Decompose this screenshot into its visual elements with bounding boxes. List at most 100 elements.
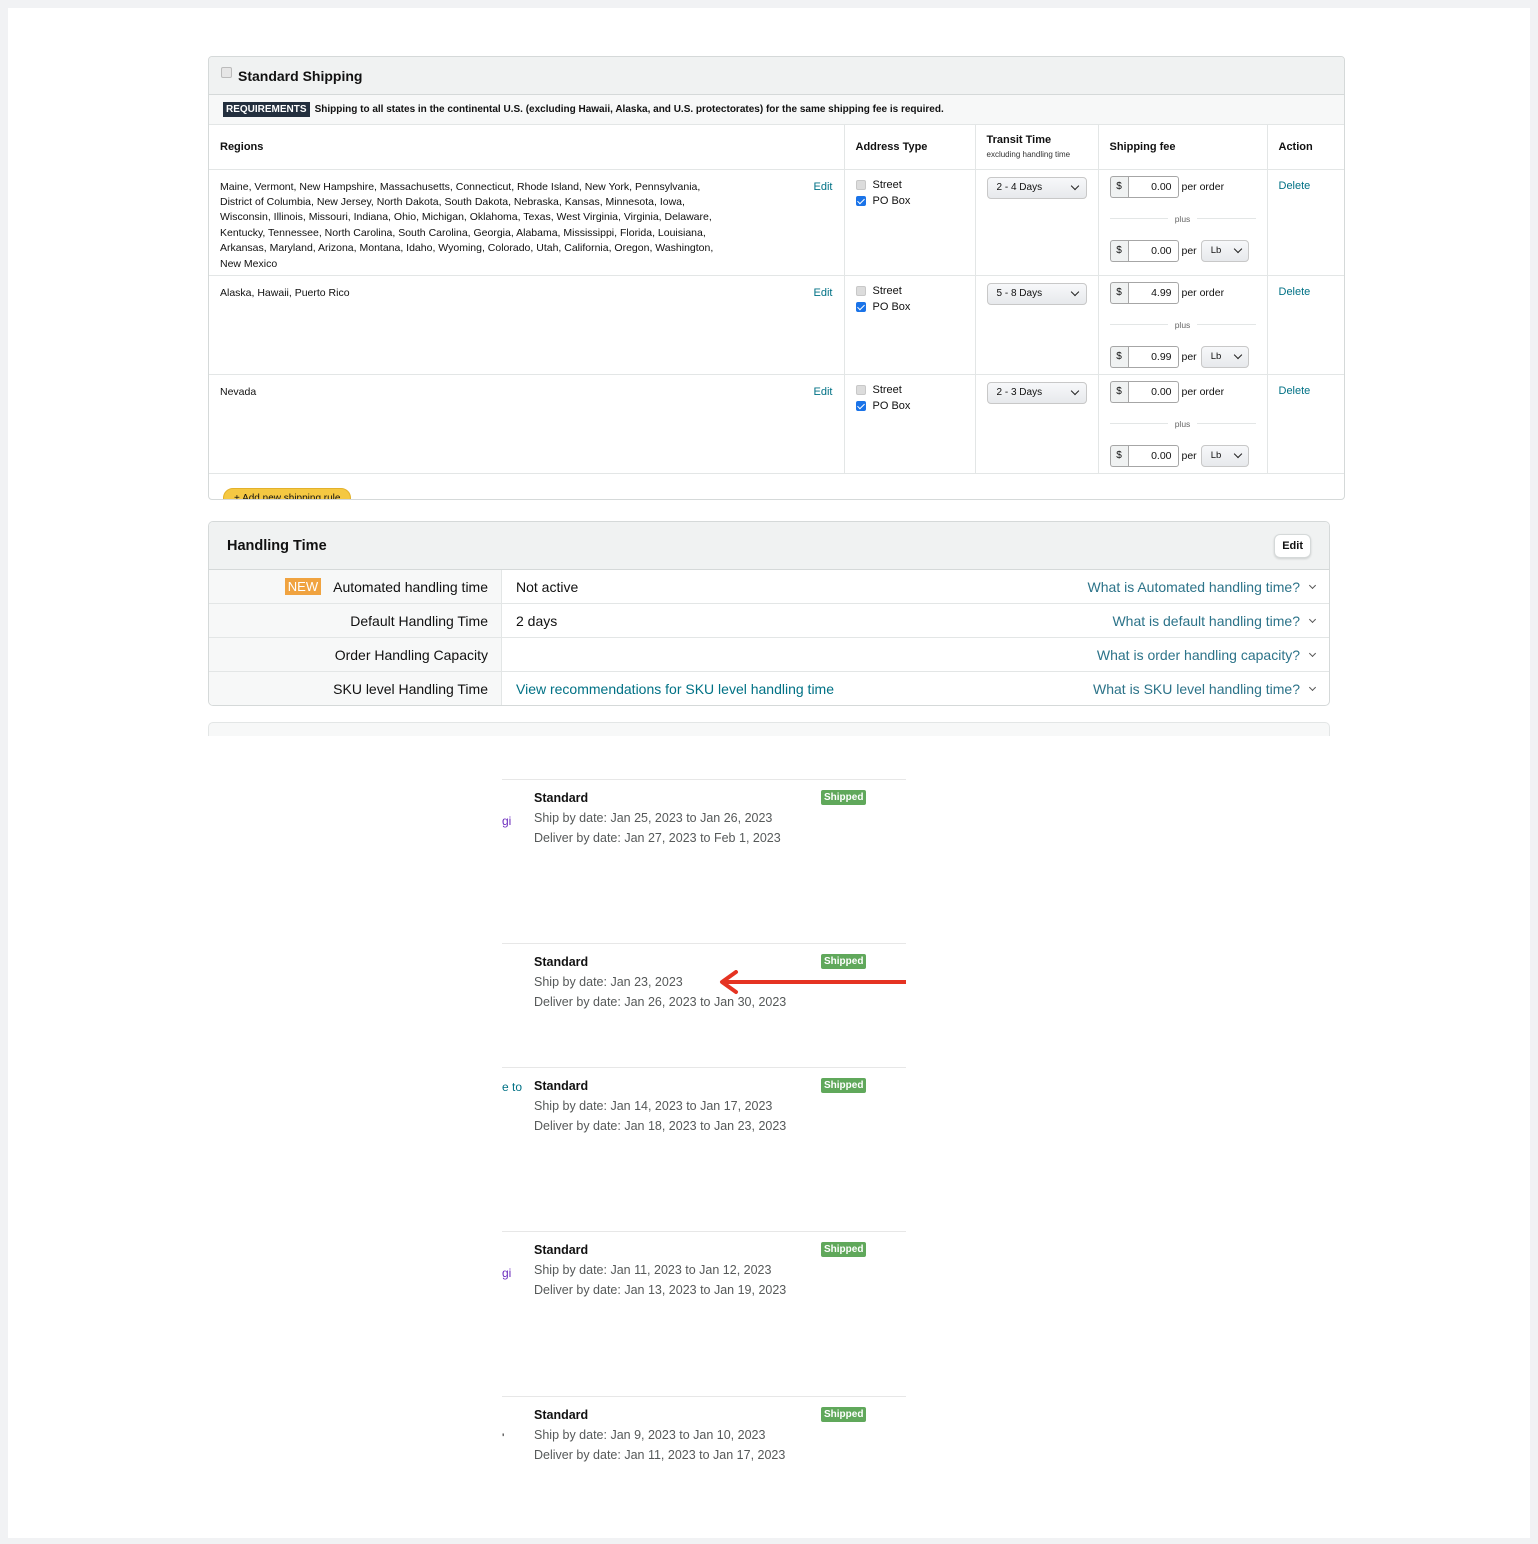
handling-row-value: 2 days What is default handling time? [502,604,1329,637]
unit-select[interactable]: Lb [1200,345,1249,368]
status-badge: Shipped [821,1242,867,1257]
po-box-checkbox[interactable] [855,301,866,312]
delete-link[interactable]: Delete [1279,286,1311,298]
region-list: Nevada [220,385,257,398]
handling-time-edit-button[interactable]: Edit [1274,533,1311,558]
chevron-down-icon [1070,181,1079,191]
col-action: Action [1267,125,1344,170]
handling-time-header: Handling Time Edit [209,522,1329,570]
help-link-text: What is order handling capacity? [1096,646,1300,663]
help-link-text: What is Automated handling time? [1087,578,1300,595]
edit-region-link[interactable]: Edit [814,286,833,301]
order-service: Standard [534,1243,589,1257]
status-badge: Shipped [821,790,867,805]
per-order-label: per order [1181,286,1225,299]
transit-time-select[interactable]: 2 - 3 Days [986,381,1087,404]
edit-region-link[interactable]: Edit [814,180,833,195]
plus-label: plus [1174,418,1191,429]
currency-symbol: $ [1109,281,1128,304]
col-regions: Regions [209,125,845,170]
street-checkbox[interactable] [855,285,866,296]
delete-link[interactable]: Delete [1279,385,1311,397]
street-checkbox[interactable] [855,384,866,395]
sku-handling-label: SKU level Handling Time [333,681,488,697]
per-order-fee-input[interactable]: 4.99 [1127,281,1179,304]
transit-cell: 5 - 8 Days [975,275,1099,375]
unit-value: Lb [1210,450,1222,461]
unit-value: Lb [1210,245,1222,256]
plus-divider: plus [1110,304,1256,346]
handling-row-sku: SKU level Handling Time View recommendat… [209,672,1329,705]
order-prefix: gi [502,1266,512,1280]
deliver-by-date: Deliver by date: Jan 27, 2023 to Feb 1, … [534,831,781,845]
street-label: Street [872,284,902,297]
handling-row-value: View recommendations for SKU level handl… [502,672,1329,705]
per-label: per [1181,449,1197,462]
plus-divider: plus [1110,403,1256,445]
col-transit-time-label: Transit Time [986,134,1052,147]
per-unit-fee-input[interactable]: 0.00 [1127,239,1179,262]
list-item: Standard Shipped Ship by date: Jan 23, 2… [502,943,906,1073]
delete-link[interactable]: Delete [1279,180,1311,192]
handling-time-title: Handling Time [227,537,327,554]
order-capacity-help[interactable]: What is order handling capacity? [1096,646,1317,663]
ship-by-date: Ship by date: Jan 11, 2023 to Jan 12, 20… [534,1263,772,1277]
default-handling-label: Default Handling Time [350,612,488,629]
handling-row-label: SKU level Handling Time [209,672,502,705]
table-row: Alaska, Hawaii, Puerto Rico Edit Street … [209,275,1344,375]
street-checkbox[interactable] [855,179,866,190]
list-item: ' Standard Shipped Ship by date: Jan 9, … [502,1396,906,1526]
region-list: Maine, Vermont, New Hampshire, Massachus… [220,180,714,270]
handling-row-value: Not active What is Automated handling ti… [502,570,1329,603]
default-handling-help[interactable]: What is default handling time? [1112,613,1317,629]
standard-shipping-header: Standard Shipping [209,57,1344,95]
handling-row-capacity: Order Handling Capacity What is order ha… [209,638,1329,672]
ship-by-date: Ship by date: Jan 14, 2023 to Jan 17, 20… [534,1099,773,1113]
transit-cell: 2 - 3 Days [975,374,1099,474]
add-shipping-rule-button[interactable]: + Add new shipping rule [223,488,351,499]
transit-time-value: 2 - 3 Days [996,387,1043,398]
shipping-fee-cell: $ 4.99 per order plus $ 0.99 per Lb [1098,275,1268,375]
requirements-badge: REQUIREMENTS [223,102,310,117]
currency-symbol: $ [1109,345,1128,368]
edit-region-link[interactable]: Edit [814,385,833,400]
chevron-down-icon [1308,615,1317,623]
standard-shipping-title: Standard Shipping [238,67,363,84]
action-cell: Delete [1267,169,1344,276]
handling-row-label: Default Handling Time [209,604,502,637]
per-order-fee-input[interactable]: 0.00 [1127,380,1179,403]
automated-handling-help[interactable]: What is Automated handling time? [1087,578,1317,595]
ship-by-date: Ship by date: Jan 9, 2023 to Jan 10, 202… [534,1428,766,1442]
per-order-fee-input[interactable]: 0.00 [1127,175,1179,198]
per-unit-fee-input[interactable]: 0.00 [1127,444,1179,467]
sku-handling-help[interactable]: What is SKU level handling time? [1093,681,1317,697]
ship-by-date: Ship by date: Jan 25, 2023 to Jan 26, 20… [534,811,773,825]
shipping-rules-table: Regions Address Type Transit Time exclud… [209,125,1344,474]
street-label: Street [872,178,902,191]
per-order-label: per order [1181,385,1225,398]
status-badge: Shipped [821,954,867,969]
next-panel-edge [208,722,1330,736]
handling-row-label: Order Handling Capacity [209,638,502,671]
per-label: per [1181,244,1197,257]
plus-label: plus [1174,319,1191,330]
standard-shipping-checkbox[interactable] [221,67,232,78]
status-badge: Shipped [821,1078,867,1093]
po-box-checkbox[interactable] [855,400,866,411]
po-box-checkbox[interactable] [855,195,866,206]
order-service: Standard [534,1079,589,1093]
handling-row-default: Default Handling Time 2 days What is def… [209,604,1329,638]
order-prefix: e to [502,1080,523,1094]
currency-symbol: $ [1109,444,1128,467]
address-type-cell: Street PO Box [844,374,976,474]
region-cell: Maine, Vermont, New Hampshire, Massachus… [209,169,845,276]
order-service: Standard [534,1408,589,1422]
sku-recommendations-link[interactable]: View recommendations for SKU level handl… [516,681,834,697]
per-unit-fee-input[interactable]: 0.99 [1127,345,1179,368]
status-badge: Shipped [821,1407,867,1422]
unit-select[interactable]: Lb [1200,444,1249,467]
transit-time-value: 5 - 8 Days [996,288,1043,299]
transit-time-select[interactable]: 2 - 4 Days [986,176,1087,199]
unit-select[interactable]: Lb [1200,239,1249,262]
transit-time-select[interactable]: 5 - 8 Days [986,282,1087,305]
